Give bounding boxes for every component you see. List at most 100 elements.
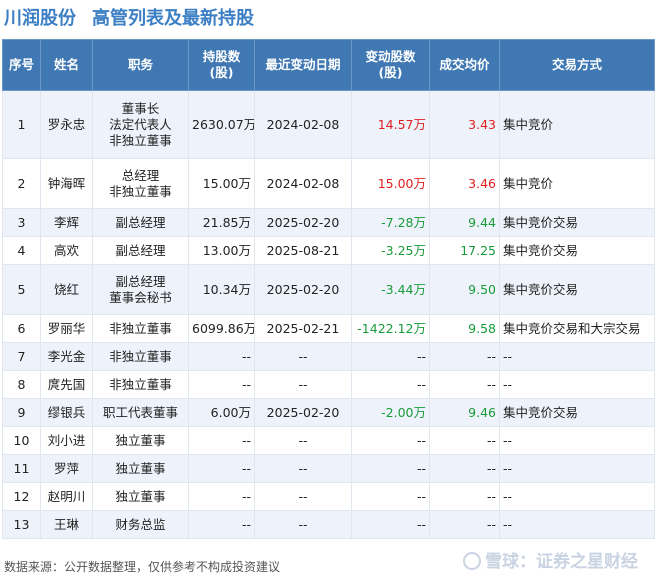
cell-price: 9.50 (429, 264, 500, 315)
column-header: 姓名 (40, 39, 93, 91)
cell-price: -- (429, 482, 500, 511)
table-row: 9 缪银兵 职工代表董事 6.00万 2025-02-20 -2.00万 9.46 集中竞价交… (2, 398, 655, 427)
role-label: 副总经理 (115, 214, 166, 230)
cell-shares: 15.00万 (188, 158, 255, 209)
cell-price: 9.46 (429, 398, 500, 427)
cell-index: 12 (2, 482, 41, 511)
cell-name: 饶红 (40, 264, 93, 315)
role-label: 职工代表董事 (102, 404, 178, 420)
cell-shares: 2630.07万 (188, 90, 255, 159)
cell-change: -- (351, 426, 430, 455)
cell-date: 2024-02-08 (254, 158, 352, 209)
cell-price: 3.46 (429, 158, 500, 209)
role-label: 非独立董事 (109, 320, 172, 336)
table-row: 3 李辉 副总经理 21.85万 2025-02-20 -7.28万 9.44 集中竞价交易 (2, 208, 655, 237)
cell-shares: -- (188, 342, 255, 371)
table-row: 7 李光金 非独立董事 -- -- -- -- -- (2, 342, 655, 371)
cell-change: -7.28万 (351, 208, 430, 237)
cell-date: 2025-08-21 (254, 236, 352, 265)
snowball-logo-icon (463, 552, 481, 570)
cell-change: -- (351, 342, 430, 371)
table-row: 13 王琳 财务总监 -- -- -- -- -- (2, 510, 655, 539)
cell-date: -- (254, 342, 352, 371)
cell-roles: 非独立董事 (92, 370, 189, 399)
cell-shares: 10.34万 (188, 264, 255, 315)
brand-watermark: 雪球：证券之星财经 (463, 547, 638, 572)
cell-name: 高欢 (40, 236, 93, 265)
cell-shares: -- (188, 454, 255, 483)
cell-date: -- (254, 426, 352, 455)
cell-method: -- (499, 342, 655, 371)
cell-roles: 副总经理 (92, 208, 189, 237)
cell-shares: 13.00万 (188, 236, 255, 265)
column-header: 成交均价 (429, 39, 500, 91)
cell-method: -- (499, 370, 655, 399)
role-label: 非独立董事 (109, 348, 172, 364)
table-row: 11 罗萍 独立董事 -- -- -- -- -- (2, 454, 655, 483)
cell-name: 缪银兵 (40, 398, 93, 427)
cell-date: 2025-02-20 (254, 398, 352, 427)
column-header: 序号 (2, 39, 41, 91)
cell-change: 15.00万 (351, 158, 430, 209)
cell-name: 罗永忠 (40, 90, 93, 159)
role-label: 副总经理 (115, 242, 166, 258)
column-header: 持股数 (股) (188, 39, 255, 91)
cell-shares: 21.85万 (188, 208, 255, 237)
cell-roles: 非独立董事 (92, 314, 189, 343)
cell-price: 3.43 (429, 90, 500, 159)
role-label: 独立董事 (115, 460, 166, 476)
cell-shares: -- (188, 482, 255, 511)
table-row: 12 赵明川 独立董事 -- -- -- -- -- (2, 482, 655, 511)
cell-index: 3 (2, 208, 41, 237)
cell-name: 罗丽华 (40, 314, 93, 343)
cell-roles: 职工代表董事 (92, 398, 189, 427)
cell-name: 王琳 (40, 510, 93, 539)
cell-price: 17.25 (429, 236, 500, 265)
cell-change: -2.00万 (351, 398, 430, 427)
role-label: 非独立董事 (109, 376, 172, 392)
cell-method: -- (499, 482, 655, 511)
cell-roles: 独立董事 (92, 426, 189, 455)
cell-price: -- (429, 426, 500, 455)
cell-date: -- (254, 454, 352, 483)
cell-name: 罗萍 (40, 454, 93, 483)
title-bar: 川润股份 高管列表及最新持股 (0, 0, 656, 32)
cell-change: -- (351, 454, 430, 483)
cell-method: 集中竞价 (499, 90, 655, 159)
cell-method: -- (499, 454, 655, 483)
cell-change: -1422.12万 (351, 314, 430, 343)
cell-index: 1 (2, 90, 41, 159)
cell-price: -- (429, 370, 500, 399)
role-label: 非独立董事 (109, 183, 172, 199)
cell-date: 2025-02-20 (254, 264, 352, 315)
table-row: 10 刘小进 独立董事 -- -- -- -- -- (2, 426, 655, 455)
cell-date: 2024-02-08 (254, 90, 352, 159)
cell-method: 集中竞价交易 (499, 264, 655, 315)
cell-date: -- (254, 370, 352, 399)
role-label: 法定代表人 (109, 116, 172, 132)
cell-index: 5 (2, 264, 41, 315)
cell-change: -3.25万 (351, 236, 430, 265)
cell-method: 集中竞价 (499, 158, 655, 209)
cell-price: -- (429, 342, 500, 371)
cell-change: 14.57万 (351, 90, 430, 159)
cell-method: -- (499, 510, 655, 539)
cell-shares: 6099.86万 (188, 314, 255, 343)
cell-shares: 6.00万 (188, 398, 255, 427)
table-row: 8 庹先国 非独立董事 -- -- -- -- -- (2, 370, 655, 399)
cell-roles: 总经理 非独立董事 (92, 158, 189, 209)
cell-name: 庹先国 (40, 370, 93, 399)
cell-price: -- (429, 510, 500, 539)
cell-method: 集中竞价交易 (499, 398, 655, 427)
role-label: 董事会秘书 (109, 289, 172, 305)
role-label: 独立董事 (115, 432, 166, 448)
cell-roles: 副总经理 (92, 236, 189, 265)
cell-index: 7 (2, 342, 41, 371)
cell-shares: -- (188, 426, 255, 455)
cell-index: 11 (2, 454, 41, 483)
cell-index: 9 (2, 398, 41, 427)
cell-name: 赵明川 (40, 482, 93, 511)
table-header-row: 序号 姓名 职务 持股数 (股) 最近变动日期 变动股数 (股) 成交均价 交易方式 (2, 39, 655, 91)
column-header: 变动股数 (股) (351, 39, 430, 91)
role-label: 副总经理 (115, 273, 166, 289)
